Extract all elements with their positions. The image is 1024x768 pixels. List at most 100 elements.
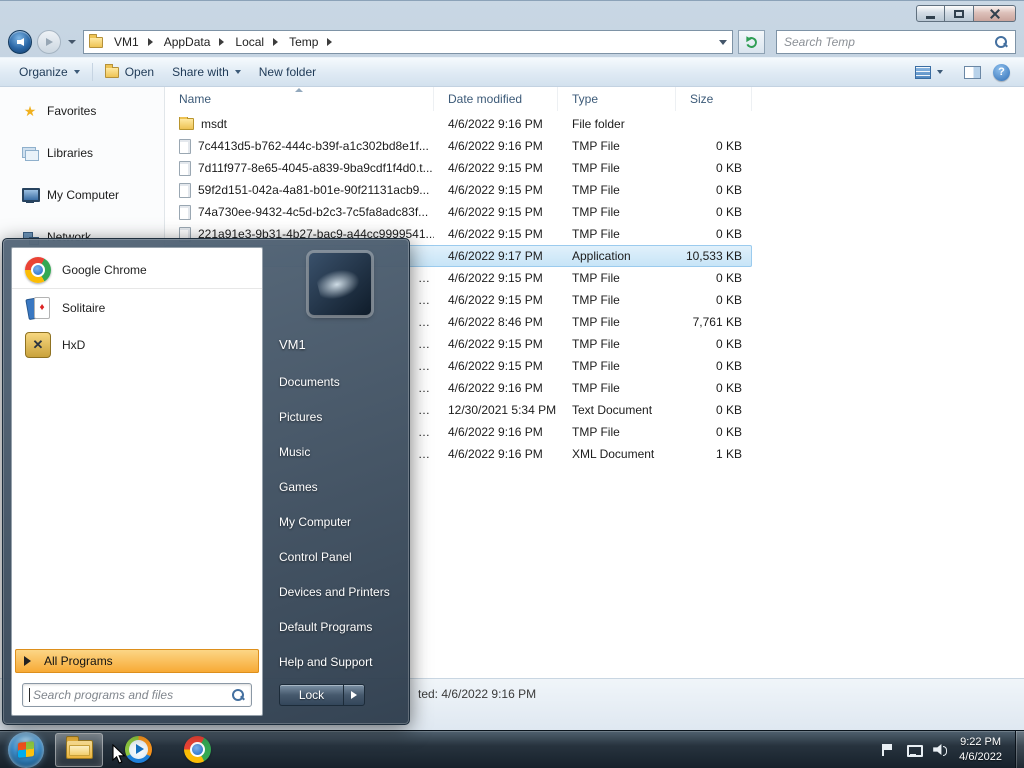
file-type: TMP File	[572, 271, 620, 285]
breadcrumb-item[interactable]: AppData	[157, 31, 229, 53]
all-programs-button[interactable]: All Programs	[15, 649, 259, 673]
lock-button[interactable]: Lock	[279, 684, 343, 706]
sidebar-item[interactable]: Libraries	[0, 141, 164, 165]
title-bar[interactable]	[0, 1, 1024, 27]
recent-pages-dropdown-icon[interactable]	[68, 40, 76, 44]
search-box[interactable]: Search Temp	[776, 30, 1016, 54]
sidebar-item-label: Favorites	[47, 104, 97, 118]
action-center-icon[interactable]	[878, 742, 894, 758]
organize-button[interactable]: Organize	[10, 60, 89, 84]
sidebar-item[interactable]: My Computer	[0, 183, 164, 207]
start-menu-place[interactable]: Pictures	[279, 399, 401, 434]
refresh-icon	[744, 34, 759, 50]
maximize-button[interactable]	[945, 5, 974, 22]
file-row[interactable]: msdt 4/6/2022 9:16 PM File folder	[165, 113, 752, 135]
file-name: 7c4413d5-b762-444c-b39f-a1c302bd8e1f...	[198, 139, 429, 153]
back-button[interactable]	[8, 30, 32, 54]
sidebar-item-icon	[22, 145, 39, 161]
file-size: 0 KB	[715, 425, 742, 439]
file-row[interactable]: 74a730ee-9432-4c5d-b2c3-7c5fa8adc83f... …	[165, 201, 752, 223]
start-menu-place[interactable]: Devices and Printers	[279, 574, 401, 609]
start-menu-place[interactable]: Music	[279, 434, 401, 469]
column-label: Type	[572, 92, 599, 106]
column-header-size[interactable]: Size	[676, 87, 752, 111]
new-folder-button[interactable]: New folder	[250, 60, 325, 84]
start-menu-spacer	[12, 363, 262, 649]
file-icon	[179, 182, 191, 198]
sidebar-item[interactable]: Favorites	[0, 99, 164, 123]
address-history-dropdown-icon[interactable]	[719, 39, 727, 45]
breadcrumb-item[interactable]: Local	[228, 31, 282, 53]
file-icon	[179, 138, 191, 154]
file-size: 0 KB	[715, 183, 742, 197]
clock-time: 9:22 PM	[960, 735, 1002, 748]
program-label: Google Chrome	[62, 263, 147, 277]
address-bar[interactable]: VM1 AppData Local Temp	[83, 30, 733, 54]
sidebar-item-icon	[22, 187, 38, 203]
shutdown-options-button[interactable]	[343, 684, 365, 706]
change-view-button[interactable]	[906, 60, 952, 84]
file-date-modified: 4/6/2022 9:15 PM	[448, 161, 543, 175]
file-date-modified: 4/6/2022 9:16 PM	[448, 117, 543, 131]
file-date-modified: 4/6/2022 9:15 PM	[448, 227, 543, 241]
file-size: 0 KB	[715, 381, 742, 395]
volume-icon[interactable]	[932, 742, 948, 758]
all-programs-label: All Programs	[44, 654, 113, 668]
chevron-down-icon	[234, 70, 241, 74]
file-name: 59f2d151-042a-4a81-b01e-90f21131acb9...	[198, 183, 430, 197]
command-toolbar: Organize Open Share with New folder	[0, 57, 1024, 87]
network-icon[interactable]	[905, 742, 924, 758]
start-button[interactable]	[8, 731, 44, 768]
user-avatar[interactable]	[309, 253, 371, 315]
minimize-button[interactable]	[916, 5, 945, 22]
sidebar-item-label: My Computer	[47, 188, 120, 202]
column-header-name[interactable]: Name	[165, 87, 434, 111]
start-search-input[interactable]: Search programs and files	[22, 683, 252, 707]
forward-arrow-icon	[45, 38, 53, 46]
start-menu: Google Chrome Solitaire HxD All Progr	[2, 238, 410, 725]
file-row[interactable]: 7d11f977-8e65-4045-a839-9ba9cdf1f4d0.t..…	[165, 157, 752, 179]
start-menu-place[interactable]: Control Panel	[279, 539, 401, 574]
start-menu-program[interactable]: Google Chrome	[12, 252, 262, 289]
start-menu-place[interactable]: My Computer	[279, 504, 401, 539]
file-date-modified: 4/6/2022 9:15 PM	[448, 359, 543, 373]
column-header-date-modified[interactable]: Date modified	[434, 87, 558, 111]
breadcrumb-item[interactable]: Temp	[282, 31, 336, 53]
column-header-type[interactable]: Type	[558, 87, 676, 111]
user-name[interactable]: VM1	[279, 337, 401, 352]
taskbar: 9:22 PM 4/6/2022	[0, 730, 1024, 768]
file-type: TMP File	[572, 293, 620, 307]
back-arrow-icon	[16, 38, 24, 46]
system-tray: 9:22 PM 4/6/2022	[878, 731, 1024, 768]
forward-button[interactable]	[37, 30, 61, 54]
file-date-modified: 4/6/2022 8:46 PM	[448, 315, 543, 329]
start-menu-place[interactable]: Games	[279, 469, 401, 504]
start-menu-place[interactable]: Documents	[279, 364, 401, 399]
file-size: 10,533 KB	[685, 249, 742, 263]
help-button[interactable]	[993, 63, 1010, 81]
toolbar-right-group	[906, 60, 1014, 84]
open-button[interactable]: Open	[96, 60, 163, 84]
breadcrumb-item[interactable]: VM1	[107, 31, 157, 53]
taskbar-explorer-button[interactable]	[55, 732, 103, 767]
start-menu-right-panel: VM1 Documents Pictures Music Games My Comput…	[263, 247, 401, 716]
file-date-modified: 4/6/2022 9:17 PM	[448, 249, 543, 263]
start-menu-program[interactable]: HxD	[12, 326, 262, 363]
refresh-button[interactable]	[738, 30, 765, 54]
file-row[interactable]: 7c4413d5-b762-444c-b39f-a1c302bd8e1f... …	[165, 135, 752, 157]
start-menu-place[interactable]: Help and Support	[279, 644, 401, 679]
file-size: 0 KB	[715, 359, 742, 373]
preview-pane-button[interactable]	[964, 65, 981, 79]
file-type: TMP File	[572, 227, 620, 241]
file-row[interactable]: 59f2d151-042a-4a81-b01e-90f21131acb9... …	[165, 179, 752, 201]
show-desktop-button[interactable]	[1015, 731, 1024, 768]
share-with-button[interactable]: Share with	[163, 60, 250, 84]
start-menu-program[interactable]: Solitaire	[12, 289, 262, 326]
search-placeholder: Search Temp	[784, 35, 855, 49]
close-button[interactable]	[974, 5, 1016, 22]
taskbar-clock[interactable]: 9:22 PM 4/6/2022	[959, 735, 1002, 765]
file-type: XML Document	[572, 447, 655, 461]
sort-ascending-icon	[295, 88, 303, 92]
start-menu-place[interactable]: Default Programs	[279, 609, 401, 644]
taskbar-chrome-button[interactable]	[173, 733, 221, 767]
